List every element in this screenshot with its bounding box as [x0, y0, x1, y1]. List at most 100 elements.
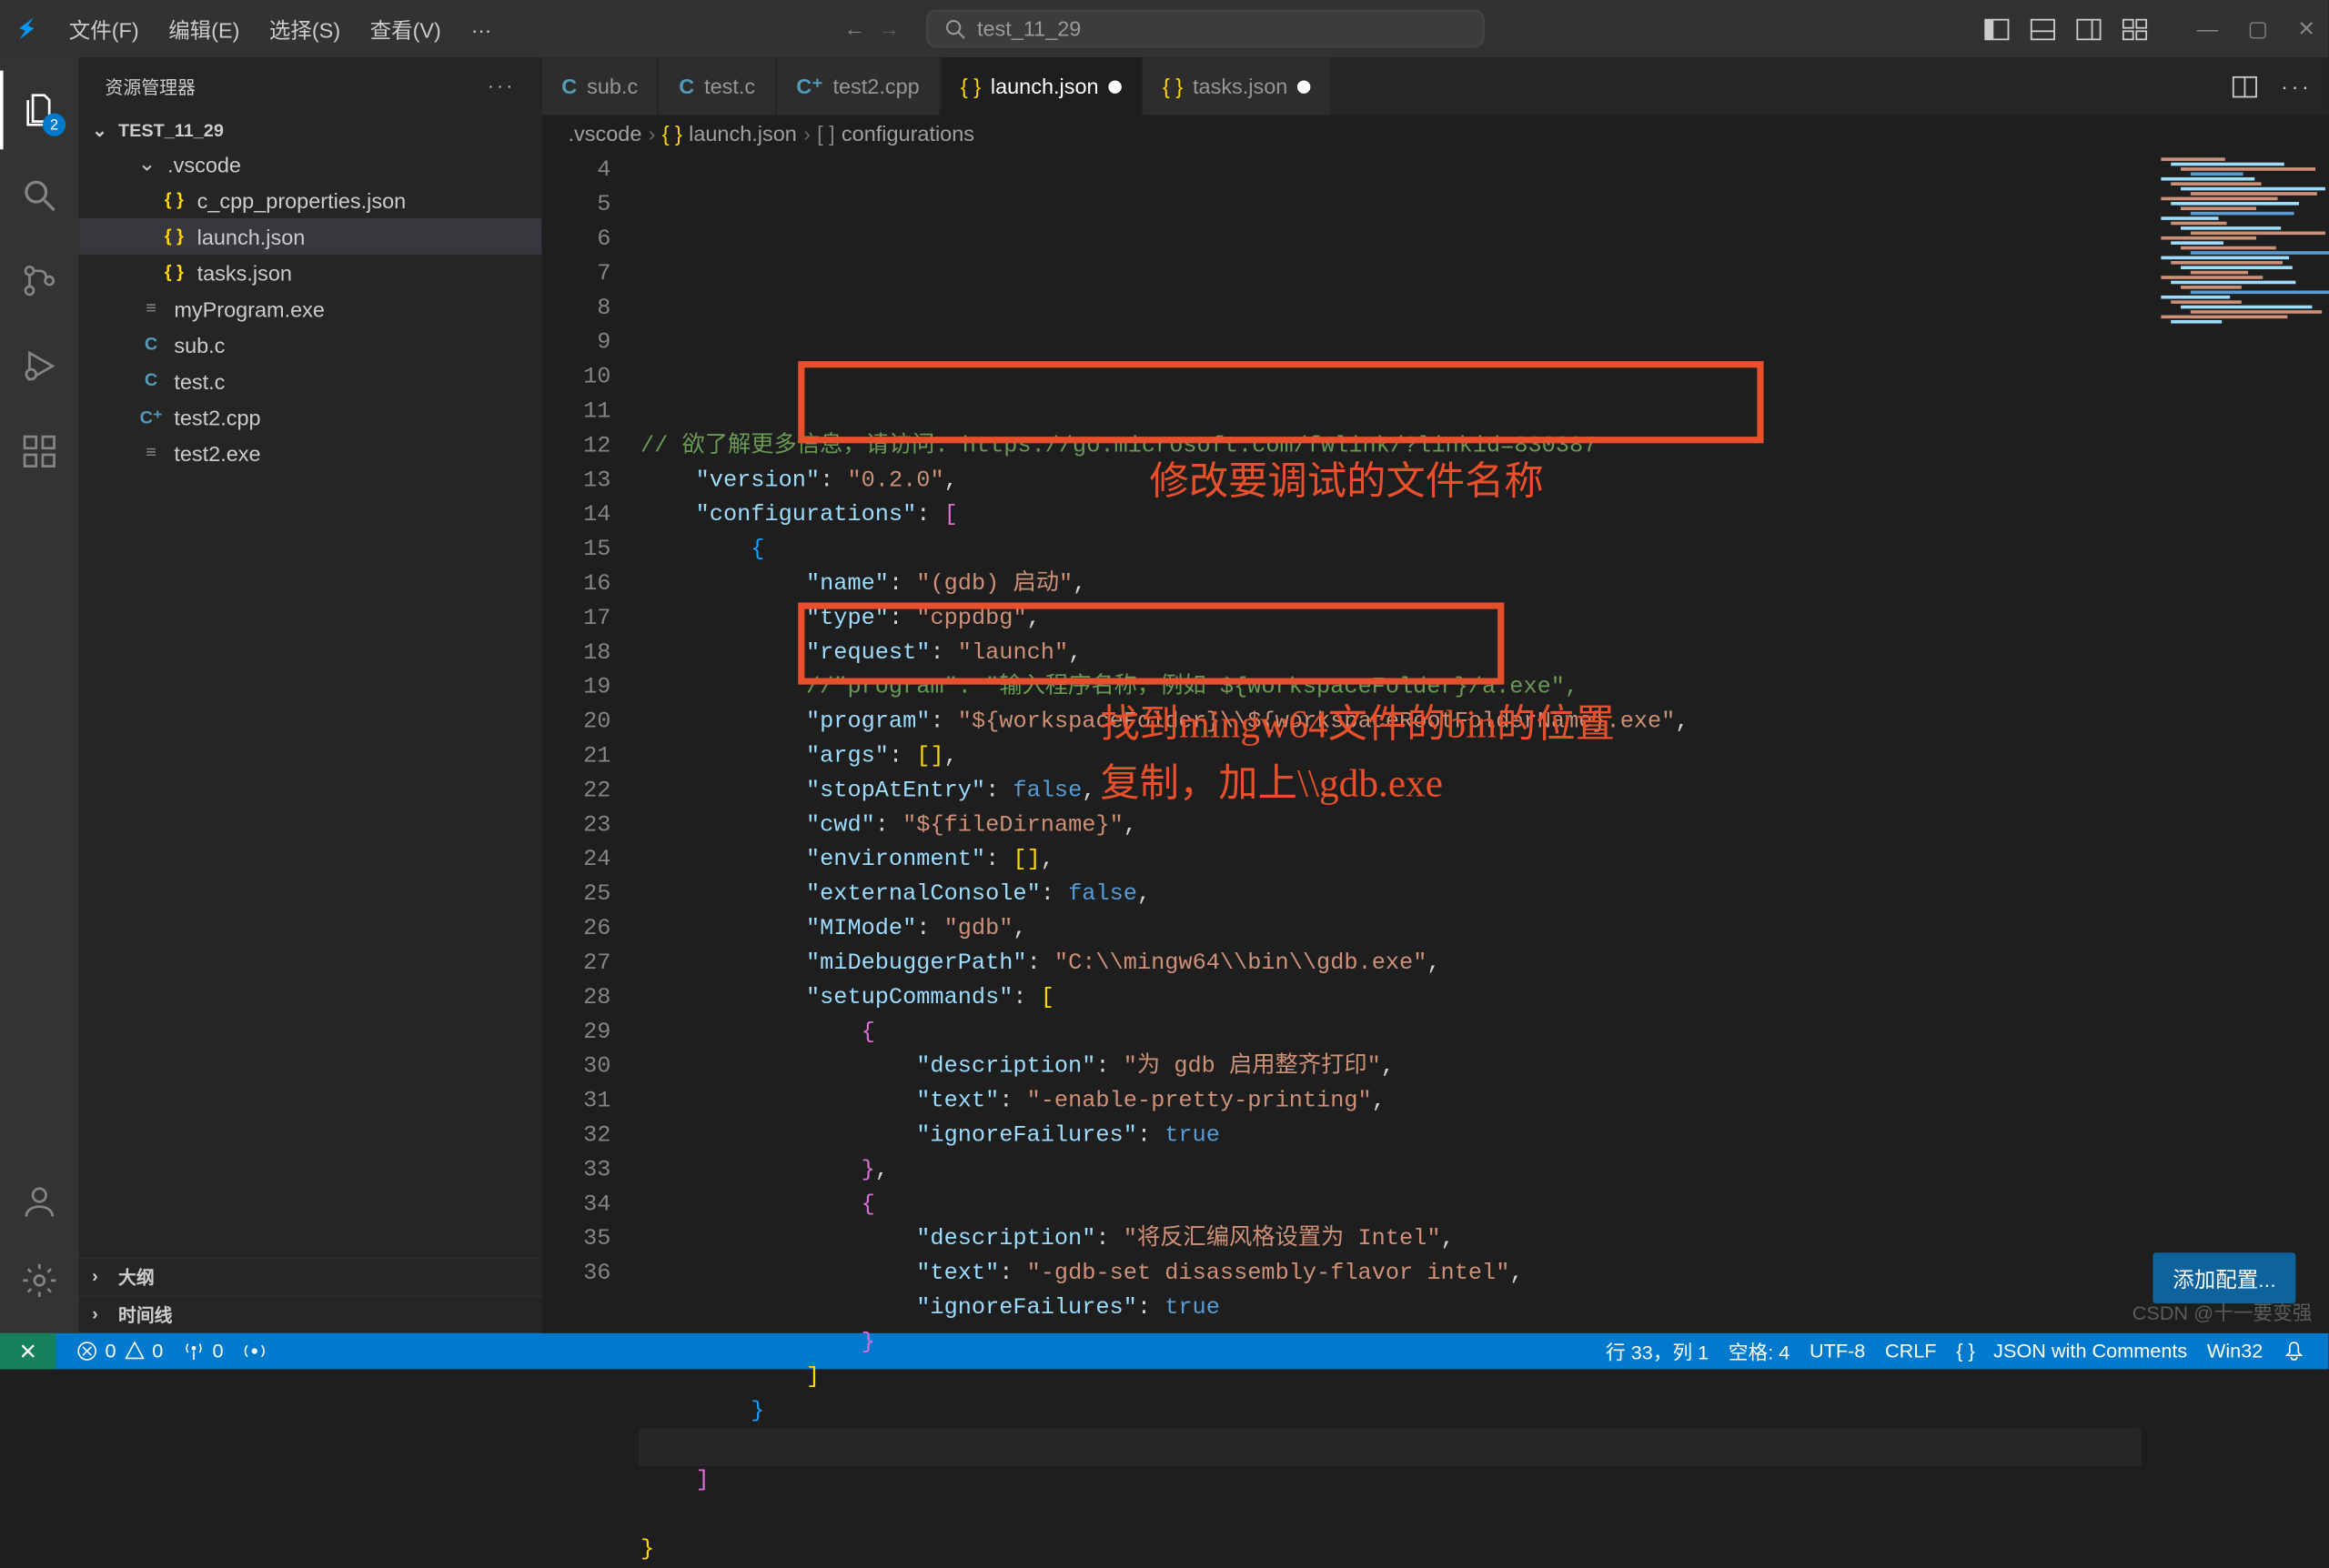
- json-file-icon: { }: [161, 223, 187, 249]
- tab-label: launch.json: [991, 74, 1099, 98]
- chevron-right-icon: ›: [92, 1267, 112, 1287]
- tab-tasks.json[interactable]: { }tasks.json: [1143, 57, 1332, 115]
- tree-item-label: test2.cpp: [174, 405, 260, 429]
- exe-file-icon: ≡: [138, 440, 165, 467]
- menu-edit[interactable]: 编辑(E): [156, 6, 253, 51]
- tree-item-label: sub.c: [174, 333, 225, 357]
- activity-debug[interactable]: [0, 327, 79, 406]
- remote-indicator[interactable]: [0, 1333, 55, 1370]
- exe-file-icon: ≡: [138, 296, 165, 322]
- git-icon: [20, 261, 59, 300]
- layout-panel-icon[interactable]: [2030, 15, 2056, 42]
- tree-item-myProgram.exe[interactable]: ≡myProgram.exe: [79, 290, 542, 327]
- activity-explorer[interactable]: 2: [0, 71, 79, 150]
- tree-item-label: .vscode: [167, 152, 241, 176]
- antenna-icon: [183, 1340, 206, 1362]
- layout-sidebar-right-icon[interactable]: [2075, 15, 2102, 42]
- bell-icon: [2283, 1340, 2305, 1362]
- tree-item-label: launch.json: [197, 224, 306, 248]
- tree-item-test2.cpp[interactable]: C⁺ test2.cpp: [79, 399, 542, 436]
- warning-icon: [123, 1340, 146, 1362]
- chevron-down-icon: ⌄: [92, 120, 112, 141]
- bc-item[interactable]: .vscode: [569, 121, 642, 146]
- tree-item-c_cpp_properties.json[interactable]: { } c_cpp_properties.json: [79, 182, 542, 218]
- dirty-indicator-icon: [1297, 80, 1310, 93]
- status-platform[interactable]: Win32: [2197, 1337, 2273, 1365]
- error-icon: [76, 1340, 98, 1362]
- tab-label: tasks.json: [1193, 74, 1287, 98]
- tab-label: test2.cpp: [832, 74, 919, 98]
- chevron-right-icon: ›: [649, 121, 656, 146]
- tab-sub.c[interactable]: Csub.c: [542, 57, 660, 115]
- vscode-logo-icon: [13, 14, 42, 43]
- window-maximize-icon[interactable]: ▢: [2248, 15, 2268, 42]
- tree-item-test2.exe[interactable]: ≡ test2.exe: [79, 435, 542, 471]
- add-config-button[interactable]: 添加配置...: [2153, 1252, 2296, 1303]
- sidebar-folder-header[interactable]: ⌄ TEST_11_29: [79, 115, 542, 146]
- search-icon: [944, 17, 967, 40]
- extensions-icon: [20, 432, 59, 471]
- split-editor-icon[interactable]: [2232, 73, 2258, 99]
- tree-item-launch.json[interactable]: { } launch.json: [79, 218, 542, 255]
- tab-label: sub.c: [587, 74, 638, 98]
- tree-item-label: test2.exe: [174, 441, 260, 466]
- minimap[interactable]: [2140, 151, 2329, 1333]
- explorer-badge: 2: [43, 114, 66, 136]
- menu-more[interactable]: …: [458, 6, 505, 51]
- json-file-icon: { }: [161, 187, 187, 214]
- sidebar-title: 资源管理器: [106, 73, 196, 99]
- sidebar-more-icon[interactable]: ···: [488, 76, 516, 96]
- activitybar: 2: [0, 57, 79, 1332]
- command-center[interactable]: test_11_29: [926, 10, 1485, 48]
- breadcrumbs[interactable]: .vscode › { } launch.json › [ ] configur…: [542, 115, 2329, 151]
- editor-content[interactable]: 4567891011121314151617181920212223242526…: [542, 151, 2329, 1333]
- account-icon: [20, 1182, 59, 1221]
- chevron-right-icon: ›: [803, 121, 811, 146]
- file-tree: ⌄ .vscode { } c_cpp_properties.json { } launc…: [79, 146, 542, 1258]
- activity-source-control[interactable]: [0, 241, 79, 320]
- window-close-icon[interactable]: ✕: [2297, 15, 2315, 42]
- tree-item-test.c[interactable]: Ctest.c: [79, 363, 542, 399]
- status-ports[interactable]: 0: [173, 1340, 233, 1362]
- tab-more-icon[interactable]: ···: [2281, 73, 2312, 99]
- debug-icon: [20, 347, 59, 386]
- tab-launch.json[interactable]: { }launch.json: [941, 57, 1143, 115]
- tab-test.c[interactable]: Ctest.c: [660, 57, 777, 115]
- window-minimize-icon[interactable]: —: [2197, 15, 2218, 42]
- outline-section[interactable]: ›大纲: [79, 1258, 542, 1296]
- titlebar: 文件(F) 编辑(E) 选择(S) 查看(V) … ← → test_11_29…: [0, 0, 2328, 57]
- activity-search[interactable]: [0, 156, 79, 235]
- command-center-text: test_11_29: [977, 16, 1081, 41]
- tree-item-sub.c[interactable]: Csub.c: [79, 327, 542, 363]
- cpp-file-icon: C⁺: [138, 404, 165, 430]
- json-file-icon: { }: [161, 259, 187, 286]
- editor-tabs: Csub.cCtest.cC⁺test2.cpp{ }launch.json{ …: [542, 57, 2329, 115]
- menu-file[interactable]: 文件(F): [55, 6, 152, 51]
- menu-select[interactable]: 选择(S): [256, 6, 353, 51]
- tree-item-tasks.json[interactable]: { }tasks.json: [79, 255, 542, 291]
- activity-extensions[interactable]: [0, 412, 79, 491]
- nav-forward-icon[interactable]: →: [879, 16, 900, 41]
- tree-item-label: test.c: [174, 368, 225, 393]
- chevron-down-icon: ⌄: [138, 151, 158, 177]
- status-live[interactable]: [233, 1340, 276, 1362]
- chevron-right-icon: ›: [92, 1305, 112, 1325]
- editor-area: Csub.cCtest.cC⁺test2.cpp{ }launch.json{ …: [542, 57, 2329, 1332]
- c-file-icon: C: [138, 367, 165, 394]
- tree-item-.vscode[interactable]: ⌄ .vscode: [79, 146, 542, 183]
- layout-sidebar-left-icon[interactable]: [1983, 15, 2010, 42]
- bc-item[interactable]: configurations: [842, 121, 974, 146]
- code-area[interactable]: 修改要调试的文件名称 找到mingw64文件的bin的位置 复制，加上\\gdb…: [640, 151, 2140, 1333]
- tree-item-label: c_cpp_properties.json: [197, 188, 407, 213]
- activity-settings[interactable]: [0, 1241, 79, 1321]
- status-notifications[interactable]: [2273, 1337, 2315, 1365]
- nav-back-icon[interactable]: ←: [844, 16, 865, 41]
- status-errors[interactable]: 0 0: [66, 1340, 173, 1362]
- bc-item[interactable]: launch.json: [689, 121, 797, 146]
- gear-icon: [20, 1261, 59, 1300]
- layout-customize-icon[interactable]: [2122, 15, 2148, 42]
- activity-account[interactable]: [0, 1162, 79, 1241]
- timeline-section[interactable]: ›时间线: [79, 1295, 542, 1333]
- tab-test2.cpp[interactable]: C⁺test2.cpp: [777, 57, 942, 115]
- menu-view[interactable]: 查看(V): [357, 6, 454, 51]
